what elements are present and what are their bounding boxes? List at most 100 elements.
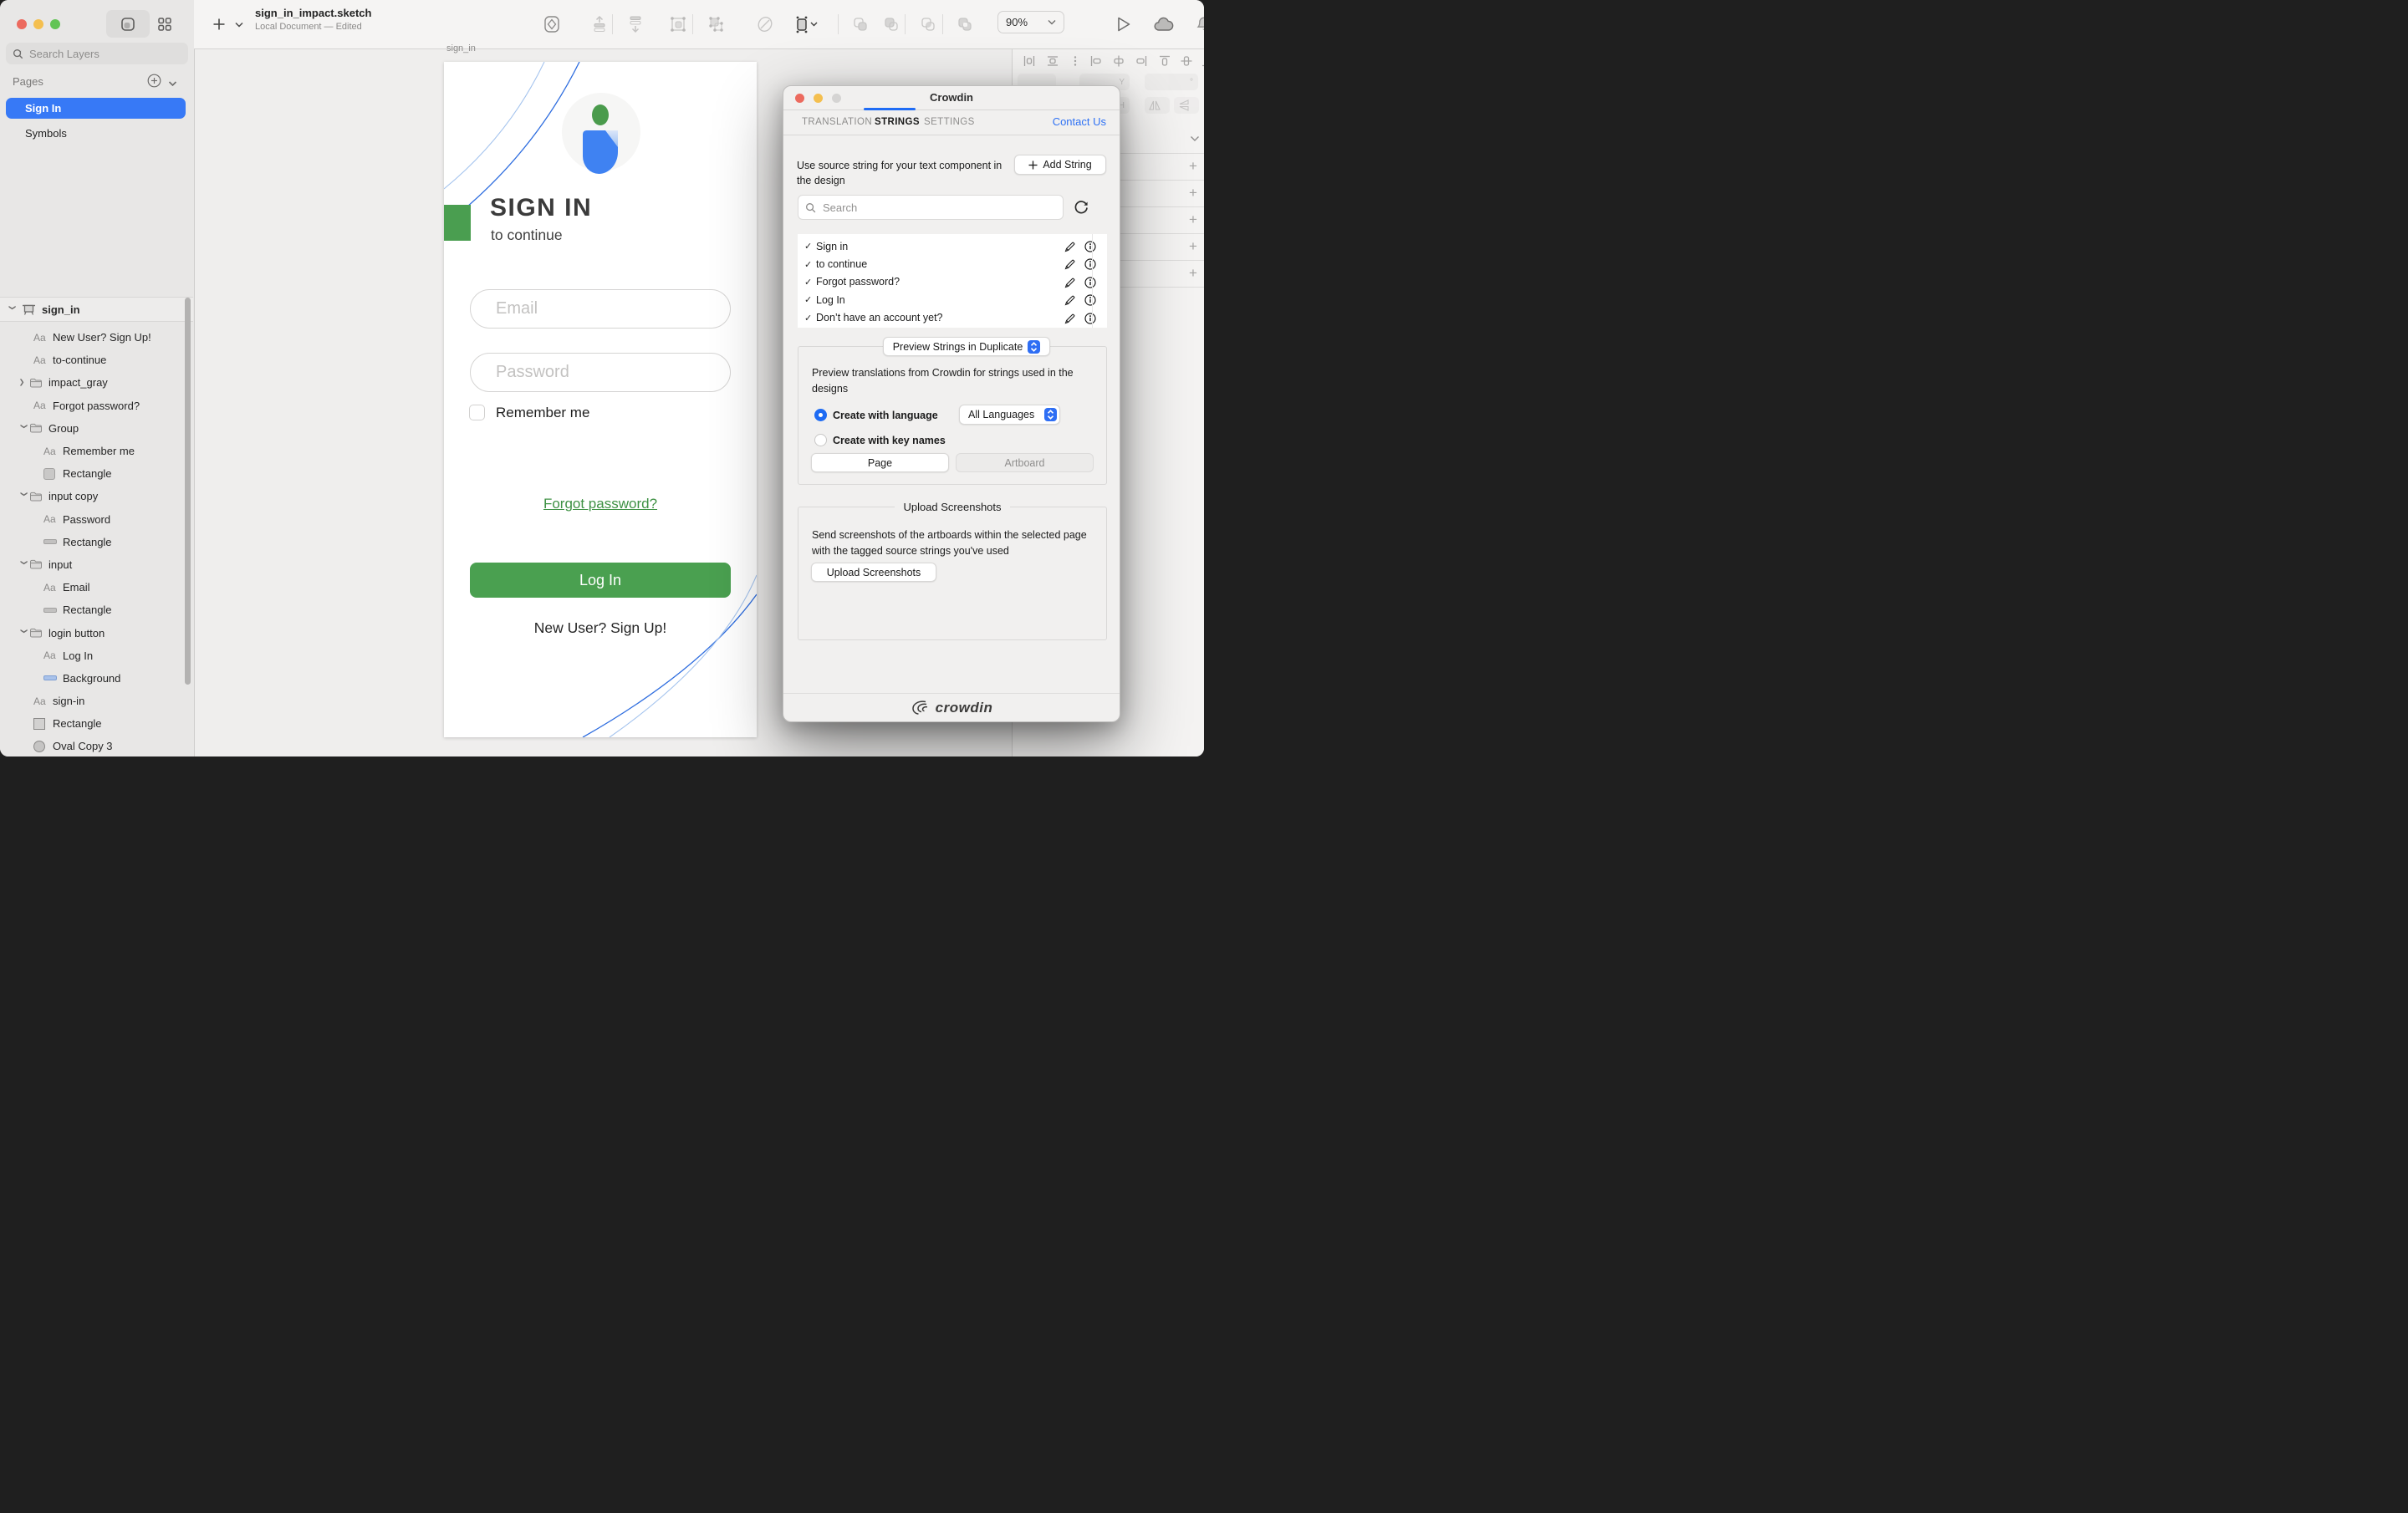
canvas-view-toggle[interactable]	[106, 10, 150, 38]
preview-button[interactable]	[1114, 0, 1134, 48]
edit-string-button[interactable]	[1064, 277, 1076, 293]
add-style-button[interactable]: +	[1185, 185, 1201, 201]
shape-tool-button[interactable]	[540, 13, 564, 36]
log-in-button[interactable]: Log In	[470, 563, 731, 598]
create-with-language-radio[interactable]	[814, 409, 827, 421]
all-languages-dropdown[interactable]: All Languages	[959, 405, 1060, 425]
align-bottom-icon[interactable]	[1189, 54, 1204, 72]
frame-tool-chevron[interactable]	[808, 13, 819, 36]
edit-string-button[interactable]	[1064, 294, 1076, 310]
string-info-button[interactable]	[1084, 277, 1096, 293]
align-left-icon[interactable]	[1089, 54, 1103, 72]
layer-row[interactable]: Oval Copy 3	[0, 735, 193, 756]
close-button[interactable]	[17, 19, 27, 29]
string-search-input[interactable]	[821, 201, 1033, 215]
layer-row[interactable]: Rectangle	[0, 599, 193, 621]
layer-row[interactable]: AaPassword	[0, 508, 193, 531]
layer-row[interactable]: AaEmail	[0, 576, 193, 599]
create-with-language-label[interactable]: Create with language	[833, 410, 938, 421]
sidebar-scrollbar[interactable]	[185, 298, 191, 685]
contact-us-link[interactable]: Contact Us	[1053, 115, 1106, 128]
more-options-icon[interactable]	[1069, 54, 1082, 72]
layer-row[interactable]: Rectangle	[0, 712, 193, 735]
layer-row[interactable]: ❯impact_gray	[0, 371, 193, 394]
send-backward-button[interactable]	[624, 13, 647, 36]
disclosure-triangle[interactable]: ❯	[20, 423, 28, 433]
crowdin-plugin-window[interactable]: Crowdin TRANSLATION STRINGS SETTINGS Con…	[783, 85, 1120, 722]
align-top-icon[interactable]	[1158, 54, 1171, 72]
string-info-button[interactable]	[1084, 313, 1096, 329]
add-string-button[interactable]: Add String	[1014, 155, 1106, 175]
string-info-button[interactable]	[1084, 294, 1096, 310]
boolean-union-button[interactable]	[849, 13, 872, 36]
refresh-strings-button[interactable]	[1073, 198, 1091, 217]
disclosure-triangle[interactable]: ❯	[20, 492, 28, 502]
disclosure-triangle[interactable]: ❯	[8, 304, 17, 314]
string-row[interactable]: ✓Don’t have an account yet?	[798, 309, 1092, 327]
notifications-button[interactable]	[1194, 0, 1204, 48]
email-field[interactable]	[470, 289, 731, 329]
add-style-button[interactable]: +	[1185, 238, 1201, 255]
disclosure-triangle[interactable]: ❯	[19, 379, 29, 387]
insert-button[interactable]	[209, 0, 229, 48]
edit-string-button[interactable]	[1064, 258, 1076, 274]
search-layers-input[interactable]	[28, 47, 156, 61]
layer-row[interactable]: Background	[0, 667, 193, 690]
create-with-key-names-radio[interactable]	[814, 434, 827, 446]
artboard-sign-in[interactable]: SIGN IN to continue Remember me Forgot p…	[444, 62, 757, 737]
artboard-button[interactable]: Artboard	[956, 453, 1094, 472]
sidebar-page-sign-in[interactable]: Sign In	[6, 98, 186, 119]
distribute-horizontally-icon[interactable]	[1023, 54, 1036, 72]
layer-row[interactable]: ❯input	[0, 553, 193, 576]
boolean-subtract-button[interactable]	[880, 13, 903, 36]
forgot-password-link[interactable]: Forgot password?	[444, 496, 757, 512]
tab-translation[interactable]: TRANSLATION	[802, 117, 872, 127]
layer-row[interactable]: Aato-continue	[0, 349, 193, 371]
sidebar-page-symbols[interactable]: Symbols	[6, 123, 186, 144]
string-row[interactable]: ✓Log In	[798, 291, 1092, 308]
string-row[interactable]: ✓Forgot password?	[798, 273, 1092, 291]
layer-row[interactable]: AaLog In	[0, 644, 193, 667]
distribute-vertically-icon[interactable]	[1046, 54, 1059, 72]
layer-row[interactable]: ❯input copy	[0, 485, 193, 507]
string-row[interactable]: ✓to continue	[798, 255, 1092, 273]
flip-horizontal-button[interactable]	[1145, 97, 1170, 114]
bring-forward-button[interactable]	[588, 13, 611, 36]
sign-up-text[interactable]: New User? Sign Up!	[444, 619, 757, 637]
search-layers-field[interactable]	[6, 43, 188, 64]
add-page-button[interactable]	[147, 74, 161, 92]
boolean-difference-button[interactable]	[953, 13, 977, 36]
insert-menu-chevron[interactable]	[232, 0, 246, 48]
layer-row[interactable]: Rectangle	[0, 531, 193, 553]
string-info-button[interactable]	[1084, 241, 1096, 257]
disclosure-triangle[interactable]: ❯	[20, 628, 28, 638]
layer-row[interactable]: AaNew User? Sign Up!	[0, 326, 193, 349]
string-row[interactable]: ✓Sign in	[798, 237, 1092, 255]
layers-root-row[interactable]: ❯ sign_in	[0, 297, 193, 322]
rotation-field[interactable]: °	[1145, 74, 1198, 90]
remember-me-checkbox[interactable]	[469, 405, 485, 420]
layer-row[interactable]: ❯login button	[0, 621, 193, 644]
password-field[interactable]	[470, 353, 731, 392]
cloud-share-button[interactable]	[1153, 0, 1175, 48]
ungroup-button[interactable]	[704, 13, 727, 36]
edit-string-button[interactable]	[1064, 241, 1076, 257]
disclosure-triangle[interactable]: ❯	[20, 560, 28, 570]
edit-string-button[interactable]	[1064, 313, 1076, 329]
layer-row[interactable]: AaForgot password?	[0, 395, 193, 417]
align-center-horizontal-icon[interactable]	[1112, 54, 1125, 72]
align-right-icon[interactable]	[1135, 54, 1148, 72]
string-search-field[interactable]	[798, 195, 1064, 220]
artboard-label[interactable]: sign_in	[446, 43, 476, 53]
create-with-key-names-label[interactable]: Create with key names	[833, 435, 946, 446]
upload-screenshots-button[interactable]: Upload Screenshots	[811, 563, 936, 582]
page-button[interactable]: Page	[811, 453, 949, 472]
minimize-button[interactable]	[33, 19, 43, 29]
zoom-level-dropdown[interactable]: 90%	[997, 11, 1064, 33]
tab-strings[interactable]: STRINGS	[875, 117, 920, 127]
grid-view-toggle[interactable]	[152, 10, 177, 38]
layer-row[interactable]: ❯Group	[0, 417, 193, 440]
tab-settings[interactable]: SETTINGS	[924, 117, 975, 127]
layer-row[interactable]: Rectangle	[0, 462, 193, 485]
layer-row[interactable]: Aasign-in	[0, 690, 193, 712]
